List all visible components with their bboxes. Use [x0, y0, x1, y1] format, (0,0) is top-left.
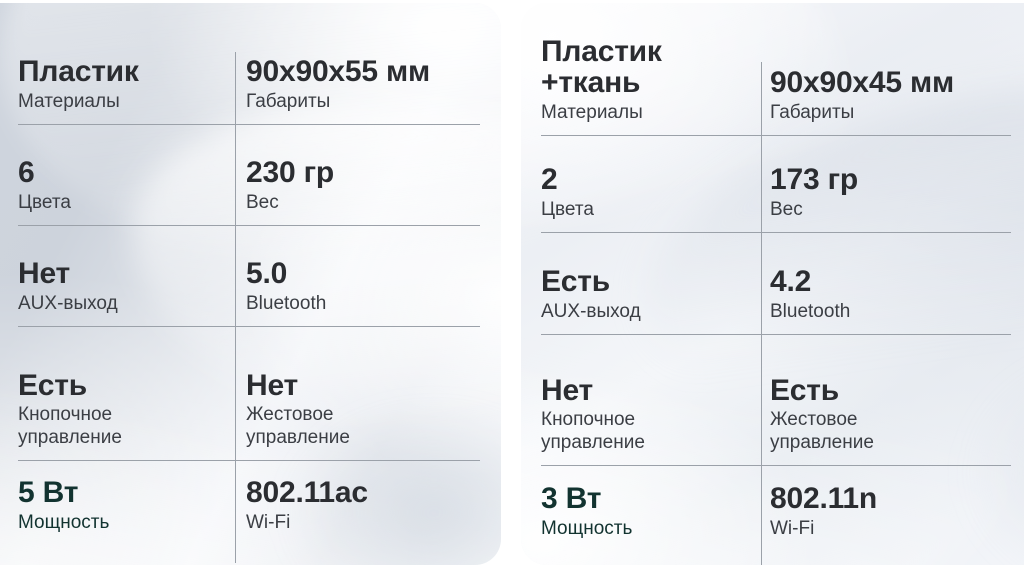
spec-cell-power: 5 Вт Мощность	[18, 461, 216, 545]
spec-label: Bluetooth	[246, 293, 327, 315]
spec-label: AUX-выход	[18, 293, 118, 315]
spec-value: Есть	[770, 373, 840, 407]
spec-value: Нет	[246, 368, 299, 402]
spec-value: 6	[18, 156, 35, 190]
spec-label: Цвета	[541, 199, 594, 221]
spec-cell-colors: 6 Цвета	[18, 125, 216, 225]
spec-value: 90x90x45 мм	[770, 66, 954, 100]
spec-label: Жестовое управление	[770, 409, 874, 454]
spec-value: 802.11n	[770, 482, 878, 516]
spec-label: Wi-Fi	[246, 512, 291, 534]
spec-label: Кнопочное управление	[18, 404, 122, 449]
spec-value: 173 гр	[770, 163, 859, 197]
spec-cell-button-control: Нет Кнопочное управление	[541, 335, 741, 465]
spec-label: Bluetooth	[770, 301, 851, 323]
spec-row: Нет Кнопочное управление Есть Жестовое у…	[541, 334, 1011, 465]
spec-row: 2 Цвета 173 гр Вес	[541, 135, 1011, 232]
comparison-stage: Пластик Материалы 90x90x55 мм Габариты 6…	[0, 0, 1024, 576]
spec-value: 90x90x55 мм	[246, 55, 430, 89]
spec-cell-gesture-control: Есть Жестовое управление	[741, 335, 1011, 465]
spec-label: Wi-Fi	[770, 518, 815, 540]
spec-value: 3 Вт	[541, 482, 602, 516]
spec-cell-materials: Пластик Материалы	[18, 20, 216, 124]
spec-row: 3 Вт Мощность 802.11n Wi-Fi	[541, 465, 1011, 551]
spec-cell-power: 3 Вт Мощность	[541, 466, 741, 551]
spec-cell-wifi: 802.11ac Wi-Fi	[216, 461, 480, 545]
spec-label: Мощность	[18, 512, 110, 534]
spec-value: 5.0	[246, 257, 288, 291]
spec-card-left: Пластик Материалы 90x90x55 мм Габариты 6…	[0, 3, 501, 565]
spec-value: Нет	[18, 257, 71, 291]
spec-cell-weight: 173 гр Вес	[741, 136, 1011, 232]
spec-cell-colors: 2 Цвета	[541, 136, 741, 232]
spec-label: Жестовое управление	[246, 404, 350, 449]
spec-row: Пластик Материалы 90x90x55 мм Габариты	[18, 20, 480, 124]
spec-label: Цвета	[18, 192, 71, 214]
spec-value: Пластик	[18, 55, 139, 89]
spec-value: 4.2	[770, 265, 812, 299]
spec-cell-gesture-control: Нет Жестовое управление	[216, 327, 480, 460]
spec-value: Есть	[18, 368, 88, 402]
spec-table-left: Пластик Материалы 90x90x55 мм Габариты 6…	[18, 20, 480, 563]
spec-value: 5 Вт	[18, 476, 79, 510]
spec-cell-button-control: Есть Кнопочное управление	[18, 327, 216, 460]
spec-cell-aux-output: Есть AUX-выход	[541, 233, 741, 334]
column-divider	[761, 62, 763, 565]
spec-cell-bluetooth: 5.0 Bluetooth	[216, 226, 480, 326]
spec-label: Габариты	[770, 102, 855, 124]
spec-value: 230 гр	[246, 156, 335, 190]
spec-value: Пластик +ткань	[541, 34, 662, 100]
spec-cell-aux-output: Нет AUX-выход	[18, 226, 216, 326]
spec-value: 2	[541, 163, 558, 197]
spec-cell-materials: Пластик +ткань Материалы	[541, 23, 741, 135]
spec-value: 802.11ac	[246, 476, 368, 510]
spec-cell-dimensions: 90x90x55 мм Габариты	[216, 20, 480, 124]
spec-value: Нет	[541, 373, 594, 407]
spec-row: 6 Цвета 230 гр Вес	[18, 124, 480, 225]
spec-cell-bluetooth: 4.2 Bluetooth	[741, 233, 1011, 334]
spec-row: Есть AUX-выход 4.2 Bluetooth	[541, 232, 1011, 334]
spec-label: AUX-выход	[541, 301, 641, 323]
spec-label: Вес	[246, 192, 279, 214]
spec-label: Материалы	[18, 91, 120, 113]
spec-value: Есть	[541, 265, 611, 299]
spec-row: Есть Кнопочное управление Нет Жестовое у…	[18, 326, 480, 460]
column-divider	[235, 52, 237, 563]
spec-row: Нет AUX-выход 5.0 Bluetooth	[18, 225, 480, 326]
spec-label: Вес	[770, 199, 803, 221]
spec-cell-wifi: 802.11n Wi-Fi	[741, 466, 1011, 551]
spec-cell-dimensions: 90x90x45 мм Габариты	[741, 23, 1011, 135]
spec-label: Габариты	[246, 91, 331, 113]
spec-card-right: Пластик +ткань Материалы 90x90x45 мм Габ…	[521, 3, 1024, 565]
spec-label: Материалы	[541, 102, 643, 124]
spec-row: Пластик +ткань Материалы 90x90x45 мм Габ…	[541, 23, 1011, 135]
spec-cell-weight: 230 гр Вес	[216, 125, 480, 225]
spec-label: Кнопочное управление	[541, 409, 645, 454]
spec-table-right: Пластик +ткань Материалы 90x90x45 мм Габ…	[541, 23, 1011, 565]
spec-row: 5 Вт Мощность 802.11ac Wi-Fi	[18, 460, 480, 545]
spec-label: Мощность	[541, 518, 633, 540]
